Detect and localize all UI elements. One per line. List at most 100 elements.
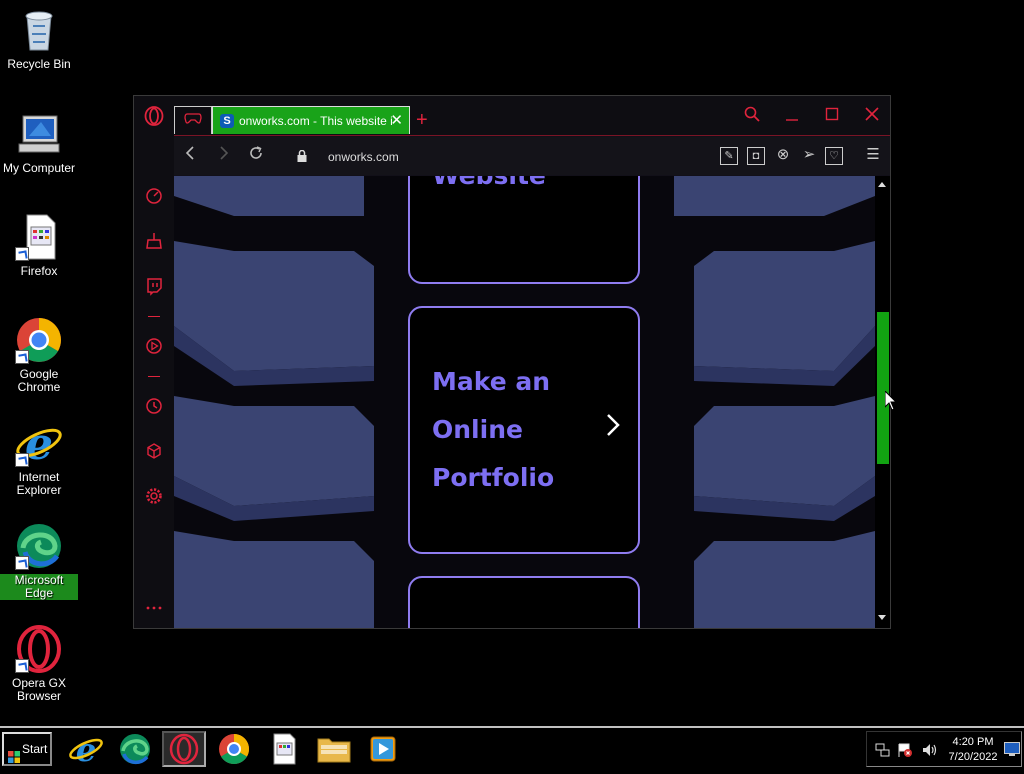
taskbar-internet-explorer[interactable]: e <box>64 731 108 769</box>
snapshot-edit-icon[interactable]: ✎ <box>720 147 738 165</box>
more-dots-icon[interactable] <box>144 598 164 618</box>
taskbar-file-explorer[interactable] <box>312 731 356 767</box>
onworks-favicon-icon: S <box>220 114 234 128</box>
sidebar-separator <box>148 316 160 317</box>
desktop-icon-label: Internet Explorer <box>16 470 62 497</box>
page-content[interactable]: Website Make an Online Portfolio <box>174 176 875 628</box>
taskbar-media-player[interactable] <box>361 731 405 767</box>
desktop-icon-my-computer[interactable]: My Computer <box>0 110 78 175</box>
card-next[interactable] <box>408 576 640 628</box>
card-title: Website <box>432 176 546 200</box>
twitch-icon[interactable] <box>144 276 164 296</box>
opera-gx-window: S onworks.com - This website i ✕ + onwor… <box>133 95 891 629</box>
desktop-icon-recycle-bin[interactable]: Recycle Bin <box>0 6 78 71</box>
opera-gx-icon <box>169 733 199 765</box>
desktop-icon-opera-gx[interactable]: Opera GX Browser <box>0 625 78 703</box>
card-title-line: Online <box>432 415 523 444</box>
desktop: Recycle Bin My Computer Firefox Google C… <box>0 0 1024 726</box>
settings-gear-icon[interactable] <box>144 486 164 506</box>
chrome-icon <box>15 316 63 364</box>
taskbar-document-app[interactable] <box>262 731 306 767</box>
start-button[interactable]: Start <box>2 732 52 766</box>
internet-explorer-icon: e <box>69 731 103 769</box>
recycle-bin-icon <box>15 6 63 54</box>
document-file-icon <box>15 213 63 261</box>
desktop-icon-label: Recycle Bin <box>7 57 71 71</box>
scroll-down-arrow-icon[interactable] <box>878 615 886 620</box>
lock-icon <box>297 149 307 162</box>
back-arrow-icon[interactable] <box>180 145 200 165</box>
gx-corner-tab[interactable] <box>174 106 212 134</box>
system-tray: 4:20 PM 7/20/2022 <box>866 731 1022 767</box>
send-arrow-icon[interactable]: ➢ <box>800 147 818 165</box>
scrollbar-thumb[interactable] <box>877 312 889 464</box>
taskbar-chrome[interactable] <box>212 731 256 767</box>
desktop-icon-label: Firefox <box>20 264 58 278</box>
bookmark-heart-icon[interactable]: ♡ <box>825 147 843 165</box>
card-make-online-portfolio[interactable]: Make an Online Portfolio <box>408 306 640 554</box>
card-title-line: Portfolio <box>432 463 555 492</box>
shortcut-arrow-icon <box>15 350 29 364</box>
address-bar: onworks.com ✎ ◘ ⊗ ➢ ♡ ☰ <box>174 137 890 175</box>
easy-setup-sliders-icon[interactable]: ☰ <box>864 147 882 165</box>
maximize-button[interactable] <box>820 106 844 127</box>
opera-gx-menu-icon[interactable] <box>144 106 164 126</box>
svg-text:e: e <box>25 419 53 467</box>
svg-text:e: e <box>76 731 96 767</box>
network-icon[interactable] <box>875 742 891 763</box>
taskbar: Start e 4:20 PM 7/20/2022 <box>0 726 1024 769</box>
media-player-icon <box>370 736 396 762</box>
clock-date[interactable]: 7/20/2022 <box>943 751 1003 763</box>
gamepad-icon <box>184 112 202 128</box>
chrome-icon <box>219 734 250 765</box>
minimize-button[interactable] <box>780 106 804 127</box>
scroll-up-arrow-icon[interactable] <box>878 182 886 187</box>
volume-speaker-icon[interactable] <box>921 742 937 763</box>
search-icon[interactable] <box>740 106 764 127</box>
history-clock-icon[interactable] <box>144 396 164 416</box>
clock-time[interactable]: 4:20 PM <box>947 736 999 748</box>
sidebar-separator <box>148 376 160 377</box>
internet-explorer-icon: e <box>15 419 63 470</box>
close-window-button[interactable] <box>860 106 884 127</box>
folder-icon <box>317 738 351 763</box>
computer-icon <box>15 110 63 158</box>
url-text[interactable]: onworks.com <box>328 150 399 164</box>
mouse-cursor-icon <box>885 391 897 411</box>
desktop-icon-label: Microsoft Edge <box>0 574 78 600</box>
player-play-icon[interactable] <box>144 336 164 356</box>
new-tab-button[interactable]: + <box>416 108 428 132</box>
show-desktop-icon[interactable] <box>1004 742 1020 761</box>
gx-cleaner-broom-icon[interactable] <box>144 231 164 251</box>
chevron-right-icon <box>606 413 620 444</box>
tab-title: onworks.com - This website i <box>239 114 393 128</box>
card-website[interactable]: Website <box>408 176 640 284</box>
forward-arrow-icon[interactable] <box>214 145 234 165</box>
ad-block-icon[interactable]: ⊗ <box>774 147 792 165</box>
shortcut-arrow-icon <box>15 247 29 261</box>
desktop-icon-internet-explorer[interactable]: e Internet Explorer <box>0 419 78 497</box>
tab-onworks[interactable]: S onworks.com - This website i ✕ <box>212 106 410 134</box>
desktop-icon-microsoft-edge[interactable]: Microsoft Edge <box>0 522 78 600</box>
taskbar-opera-gx[interactable] <box>162 731 206 767</box>
opera-gx-icon <box>15 625 63 673</box>
desktop-icon-google-chrome[interactable]: Google Chrome <box>0 316 78 394</box>
card-title-line: Make an <box>432 367 551 396</box>
tab-close-icon[interactable]: ✕ <box>390 107 403 134</box>
title-bar: S onworks.com - This website i ✕ + <box>174 96 890 136</box>
shortcut-arrow-icon <box>15 659 29 673</box>
windows-logo-icon <box>8 744 20 763</box>
shortcut-arrow-icon <box>15 556 29 570</box>
reload-icon[interactable] <box>246 145 266 165</box>
start-label: Start <box>22 742 48 756</box>
desktop-icon-firefox[interactable]: Firefox <box>0 213 78 278</box>
shortcut-arrow-icon <box>15 453 29 467</box>
desktop-icon-label: Google Chrome <box>17 367 61 394</box>
gx-control-speedometer-icon[interactable] <box>144 186 164 206</box>
action-center-flag-icon[interactable] <box>897 742 913 763</box>
taskbar-edge[interactable] <box>113 731 157 767</box>
gx-sidebar <box>134 96 174 628</box>
camera-snapshot-icon[interactable]: ◘ <box>747 147 765 165</box>
extensions-cube-icon[interactable] <box>144 441 164 461</box>
edge-icon <box>15 522 63 570</box>
